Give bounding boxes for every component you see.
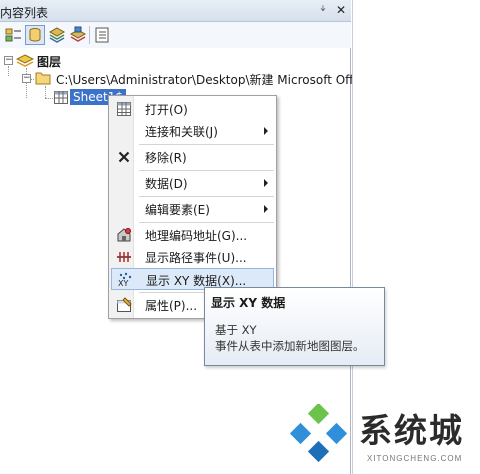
menu-item-route-events[interactable]: 显示路径事件(U)... [111, 246, 274, 268]
remove-x-icon [116, 149, 132, 165]
menu-item-label: 地理编码地址(G)... [145, 229, 248, 243]
tree-guide-line [45, 86, 46, 98]
menu-separator [139, 170, 274, 171]
menu-separator [139, 222, 274, 223]
menu-item-remove[interactable]: 移除(R) [111, 146, 274, 168]
options-icon [95, 27, 109, 43]
route-events-icon [116, 249, 132, 265]
brand-name-en: XITONGCHENG.COM [367, 454, 463, 463]
table-icon [54, 91, 68, 104]
menu-item-open[interactable]: 打开(O) [111, 98, 274, 120]
menu-separator [139, 196, 274, 197]
watermark: 系统城 XITONGCHENG.COM [283, 398, 480, 474]
menu-item-label: 打开(O) [145, 103, 188, 117]
tooltip-body-line: 事件从表中添加新地图图层。 [215, 339, 365, 353]
options-button[interactable] [92, 25, 112, 45]
menu-item-label: 数据(D) [145, 177, 188, 191]
tooltip-body-line: 基于 XY [215, 323, 257, 337]
table-icon [116, 101, 132, 117]
list-by-visibility-button[interactable] [47, 25, 67, 45]
menu-item-label: 移除(R) [145, 151, 187, 165]
layers-label[interactable]: 图层 [37, 53, 61, 70]
menu-item-label: 显示路径事件(U)... [145, 251, 247, 265]
xy-data-icon: XY [117, 272, 133, 288]
tree-guide-line [45, 98, 53, 99]
submenu-arrow-icon [264, 127, 268, 135]
menu-item-edit-features[interactable]: 编辑要素(E) [111, 198, 274, 220]
geocode-icon [116, 227, 132, 243]
layers-collapse-toggle[interactable]: − [4, 56, 13, 65]
layers-icon [16, 54, 34, 67]
svg-text:XY: XY [118, 279, 128, 288]
tree-guide-line [8, 66, 9, 76]
list-by-source-icon [29, 28, 41, 42]
menu-item-label: 连接和关联(J) [145, 125, 218, 139]
context-menu: 打开(O) 连接和关联(J) 移除(R) 数据(D) 编辑要素(E) 地理编码地… [108, 95, 277, 319]
close-icon[interactable]: ✕ [334, 3, 348, 17]
menu-item-joins-relates[interactable]: 连接和关联(J) [111, 120, 274, 142]
menu-item-geocode-addresses[interactable]: 地理编码地址(G)... [111, 224, 274, 246]
submenu-arrow-icon [264, 205, 268, 213]
menu-item-label: 编辑要素(E) [145, 203, 210, 217]
folder-collapse-toggle[interactable]: − [22, 74, 31, 83]
folder-icon [35, 72, 51, 85]
submenu-arrow-icon [264, 179, 268, 187]
panel-title-bar: 内容列表 ᛎ ✕ [0, 0, 351, 22]
folder-path-label[interactable]: C:\Users\Administrator\Desktop\新建 Micros… [56, 71, 353, 88]
list-by-source-button[interactable] [25, 25, 45, 45]
tooltip-body: 基于 XY 事件从表中添加新地图图层。 [215, 322, 365, 354]
list-by-drawing-order-icon [5, 28, 21, 42]
panel-title: 内容列表 [0, 6, 49, 20]
list-by-visibility-icon [48, 27, 66, 43]
list-by-selection-icon [69, 26, 87, 42]
list-by-drawing-order-button[interactable] [4, 25, 24, 45]
list-by-selection-button[interactable] [68, 25, 88, 45]
menu-item-label: 属性(P)... [145, 299, 198, 313]
toolbar-separator [89, 26, 90, 44]
tooltip-display-xy-data: 显示 XY 数据 基于 XY 事件从表中添加新地图图层。 [204, 287, 385, 366]
menu-item-data[interactable]: 数据(D) [111, 172, 274, 194]
menu-separator [139, 144, 274, 145]
pin-icon[interactable]: ᛎ [316, 3, 330, 17]
toc-toolbar [0, 22, 351, 48]
brand-logo-icon [289, 404, 348, 463]
tooltip-title: 显示 XY 数据 [211, 296, 286, 310]
brand-name-cn: 系统城 [359, 411, 464, 450]
properties-icon [116, 297, 132, 313]
